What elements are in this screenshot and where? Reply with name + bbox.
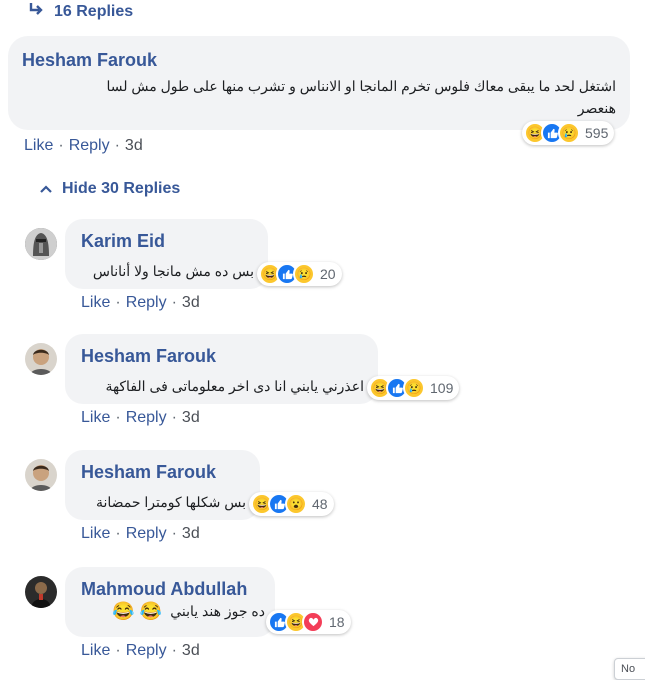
comment-text-line2: هنعصر xyxy=(577,100,616,116)
reply-bubble: Mahmoud Abdullah 😂 😂 ده جوز هند يابني xyxy=(65,567,275,637)
reply-reactions[interactable]: 😆 18 xyxy=(266,610,351,634)
like-button[interactable]: Like xyxy=(81,294,110,311)
separator: · xyxy=(58,137,64,154)
reply-actions: Like · Reply · 3d xyxy=(81,294,200,312)
reply-arrow-icon xyxy=(28,2,44,21)
reply-reactions[interactable]: 😆 😮 48 xyxy=(249,492,334,516)
reply-reactions[interactable]: 😆 😢 109 xyxy=(367,376,460,400)
main-comment-bubble: Hesham Farouk اشتغل لحد ما يبقى معاك فلو… xyxy=(8,36,630,130)
avatar-image xyxy=(25,576,57,608)
avatar[interactable] xyxy=(25,343,57,375)
timestamp[interactable]: 3d xyxy=(125,137,143,154)
reply-bubble: Hesham Farouk بس شكلها كومترا حمضانة xyxy=(65,450,260,520)
avatar[interactable] xyxy=(25,228,57,260)
reply-button[interactable]: Reply xyxy=(126,642,167,659)
separator: · xyxy=(115,409,121,426)
chevron-up-icon xyxy=(40,180,52,198)
timestamp[interactable]: 3d xyxy=(182,409,200,426)
sad-icon: 😢 xyxy=(293,263,315,285)
separator: · xyxy=(115,642,121,659)
reply-reactions[interactable]: 😆 😢 20 xyxy=(257,262,342,286)
timestamp[interactable]: 3d xyxy=(182,525,200,542)
separator: · xyxy=(114,137,120,154)
main-comment-actions: Like · Reply · 3d xyxy=(24,137,143,155)
reply-button[interactable]: Reply xyxy=(69,137,110,154)
avatar-image xyxy=(25,228,57,260)
reply-text-row: 😂 😂 ده جوز هند يابني xyxy=(95,601,265,622)
like-button[interactable]: Like xyxy=(81,409,110,426)
comment-text-line1: اشتغل لحد ما يبقى معاك فلوس تخرم المانجا… xyxy=(106,78,616,94)
view-replies-link[interactable]: 16 Replies xyxy=(28,2,133,21)
comment-author[interactable]: Hesham Farouk xyxy=(22,50,157,71)
separator: · xyxy=(115,525,121,542)
corner-text: No xyxy=(621,663,636,675)
reply-text: ده جوز هند يابني xyxy=(170,603,265,619)
separator: · xyxy=(115,294,121,311)
main-reactions[interactable]: 😆 😢 595 xyxy=(522,121,615,145)
reaction-count: 109 xyxy=(430,380,454,396)
reply-author[interactable]: Hesham Farouk xyxy=(81,462,216,483)
sad-icon: 😢 xyxy=(558,122,580,144)
tears-of-joy-emoji: 😂 😂 xyxy=(112,601,163,621)
reply-button[interactable]: Reply xyxy=(126,525,167,542)
heart-icon xyxy=(302,611,324,633)
reply-actions: Like · Reply · 3d xyxy=(81,409,200,427)
reaction-count: 20 xyxy=(320,266,336,282)
separator: · xyxy=(171,409,177,426)
reaction-count: 595 xyxy=(585,125,609,141)
hide-replies-label: Hide 30 Replies xyxy=(62,180,181,197)
reply-author[interactable]: Karim Eid xyxy=(81,231,165,252)
reply-bubble: Hesham Farouk اعذرني يابني انا دى اخر مع… xyxy=(65,334,378,404)
avatar-image xyxy=(25,343,57,375)
timestamp[interactable]: 3d xyxy=(182,642,200,659)
wow-icon: 😮 xyxy=(285,493,307,515)
avatar[interactable] xyxy=(25,576,57,608)
like-button[interactable]: Like xyxy=(81,642,110,659)
reply-text: اعذرني يابني انا دى اخر معلوماتى فى الفا… xyxy=(105,378,364,394)
view-replies-label: 16 Replies xyxy=(54,2,134,20)
reply-text: بس شكلها كومترا حمضانة xyxy=(95,494,246,510)
separator: · xyxy=(171,525,177,542)
reply-bubble: Karim Eid بس ده مش مانجا ولا أناناس xyxy=(65,219,268,289)
sad-icon: 😢 xyxy=(403,377,425,399)
reply-author[interactable]: Mahmoud Abdullah xyxy=(81,579,247,600)
separator: · xyxy=(171,642,177,659)
reaction-count: 48 xyxy=(312,496,328,512)
corner-popup: No xyxy=(614,658,645,680)
reply-text: بس ده مش مانجا ولا أناناس xyxy=(92,263,254,279)
reply-actions: Like · Reply · 3d xyxy=(81,642,200,660)
avatar[interactable] xyxy=(25,459,57,491)
like-button[interactable]: Like xyxy=(24,137,53,154)
timestamp[interactable]: 3d xyxy=(182,294,200,311)
reaction-count: 18 xyxy=(329,614,345,630)
reply-button[interactable]: Reply xyxy=(126,294,167,311)
separator: · xyxy=(171,294,177,311)
reply-actions: Like · Reply · 3d xyxy=(81,525,200,543)
hide-replies-link[interactable]: Hide 30 Replies xyxy=(40,180,180,198)
avatar-image xyxy=(25,459,57,491)
like-button[interactable]: Like xyxy=(81,525,110,542)
reply-author[interactable]: Hesham Farouk xyxy=(81,346,216,367)
reply-button[interactable]: Reply xyxy=(126,409,167,426)
